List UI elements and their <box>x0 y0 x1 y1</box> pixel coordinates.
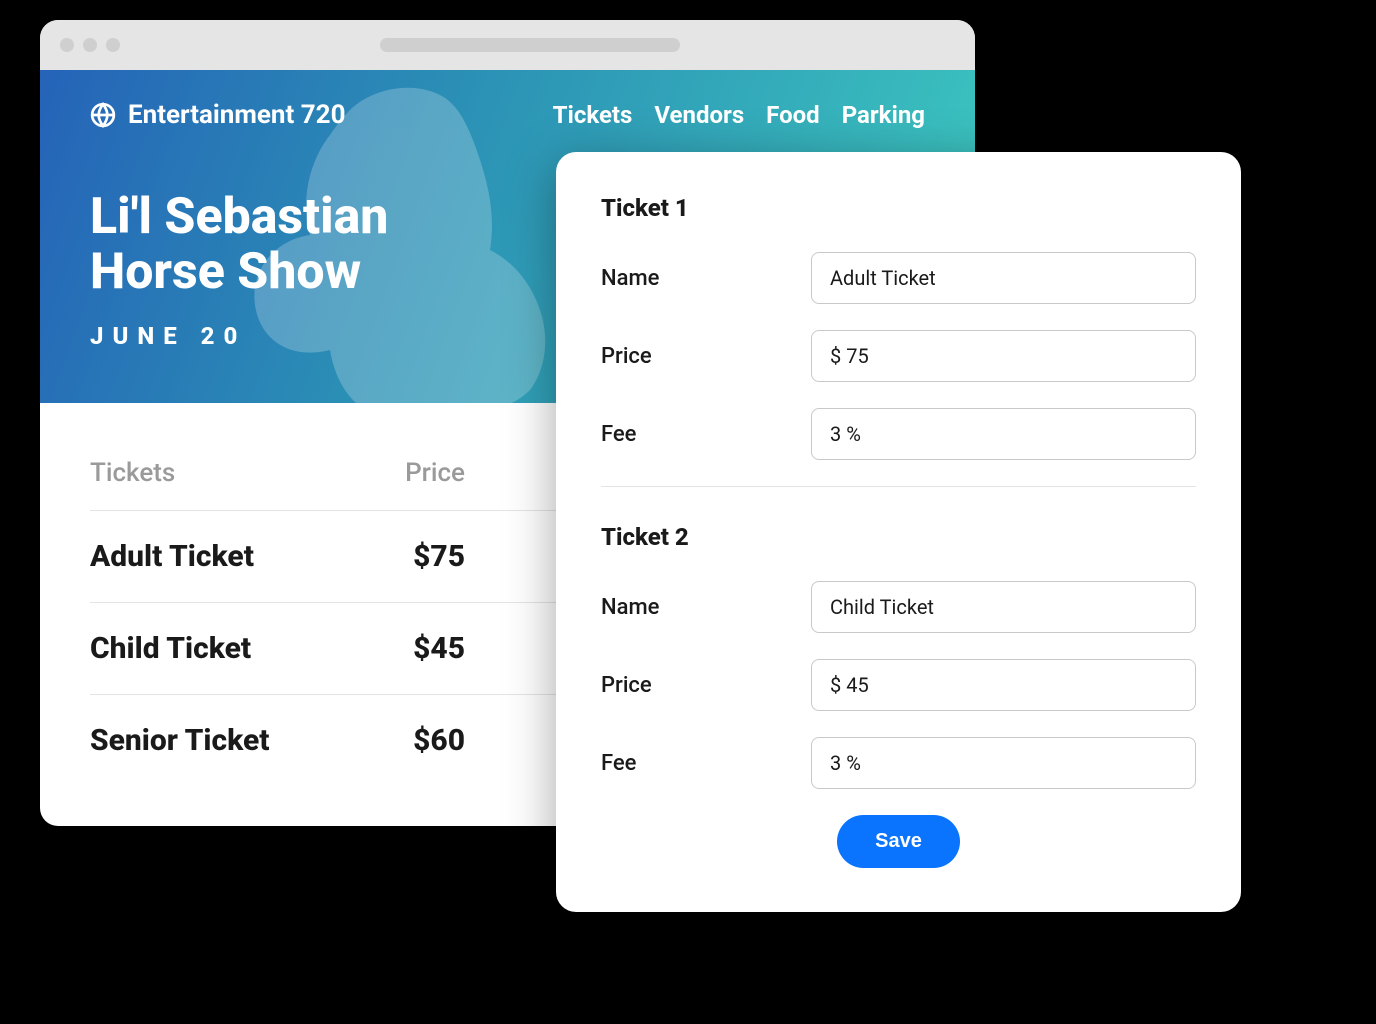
form-row-fee: Fee <box>601 408 1196 460</box>
ticket-name: Child Ticket <box>90 631 251 666</box>
form-row-fee: Fee <box>601 737 1196 789</box>
header-price: Price <box>405 458 465 488</box>
traffic-light-minimize[interactable] <box>83 38 97 52</box>
section-divider <box>601 486 1196 487</box>
ticket-price: $45 <box>413 631 465 666</box>
fee-label: Fee <box>601 422 811 447</box>
nav-links: Tickets Vendors Food Parking <box>553 101 925 129</box>
traffic-lights <box>60 38 120 52</box>
ticket-price: $75 <box>413 539 465 574</box>
brand: Entertainment 720 <box>90 100 346 130</box>
fee-input[interactable] <box>811 408 1196 460</box>
save-button[interactable]: Save <box>837 815 960 868</box>
event-title: Li'l Sebastian Horse Show <box>90 190 925 300</box>
ticket-price: $60 <box>413 723 465 758</box>
url-bar[interactable] <box>380 38 680 52</box>
ticket-name: Adult Ticket <box>90 539 254 574</box>
form-row-price: Price <box>601 659 1196 711</box>
header-tickets: Tickets <box>90 458 175 488</box>
fee-input[interactable] <box>811 737 1196 789</box>
event-title-line1: Li'l Sebastian <box>90 190 925 245</box>
globe-icon <box>90 102 116 128</box>
name-input[interactable] <box>811 581 1196 633</box>
ticket-section-2: Ticket 2 Name Price Fee <box>601 523 1196 789</box>
nav-vendors[interactable]: Vendors <box>654 101 744 129</box>
brand-name: Entertainment 720 <box>128 100 346 130</box>
price-label: Price <box>601 673 811 698</box>
browser-chrome <box>40 20 975 70</box>
form-row-name: Name <box>601 581 1196 633</box>
traffic-light-zoom[interactable] <box>106 38 120 52</box>
price-input[interactable] <box>811 659 1196 711</box>
nav-food[interactable]: Food <box>766 101 820 129</box>
name-label: Name <box>601 595 811 620</box>
event-title-line2: Horse Show <box>90 245 925 300</box>
event-date: JUNE 20 <box>90 322 925 350</box>
fee-label: Fee <box>601 751 811 776</box>
traffic-light-close[interactable] <box>60 38 74 52</box>
ticket-name: Senior Ticket <box>90 723 270 758</box>
nav-parking[interactable]: Parking <box>842 101 925 129</box>
ticket-section-title: Ticket 2 <box>601 523 1196 551</box>
hero-top: Entertainment 720 Tickets Vendors Food P… <box>90 100 925 130</box>
nav-tickets[interactable]: Tickets <box>553 101 633 129</box>
